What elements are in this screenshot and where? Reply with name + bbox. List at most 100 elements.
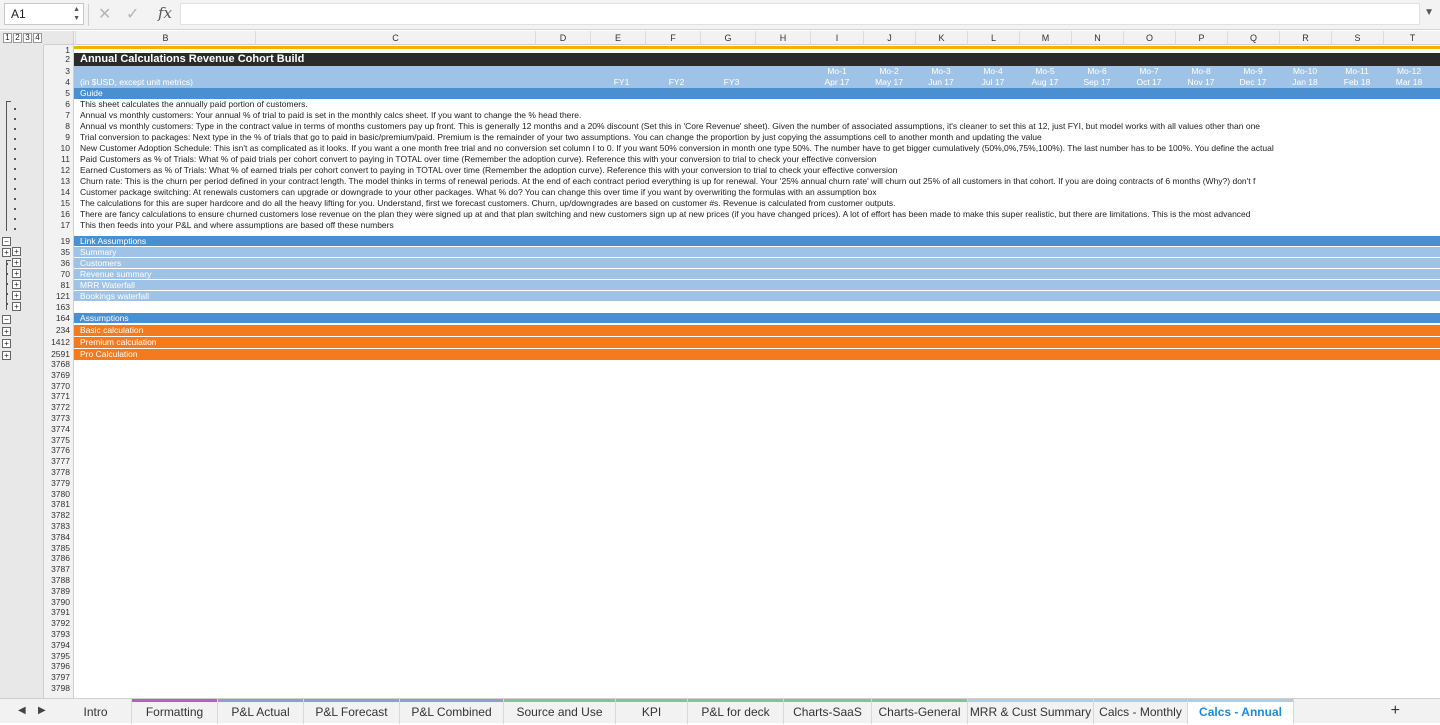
next-sheet-icon[interactable]: ▶	[38, 705, 46, 716]
sheet-tab[interactable]: Intro	[60, 699, 132, 724]
fiscal-year-label[interactable]: FY2	[654, 77, 699, 88]
prev-sheet-icon[interactable]: ◀	[18, 705, 26, 716]
guide-text[interactable]: Annual vs monthly customers: Your annual…	[80, 110, 581, 121]
expand-group-button[interactable]: +	[2, 248, 11, 257]
column-header-l[interactable]: L	[968, 31, 1020, 45]
sheet-tab[interactable]: Charts-General	[872, 699, 968, 724]
row-header[interactable]: 3784	[51, 532, 70, 542]
column-header-r[interactable]: R	[1280, 31, 1332, 45]
sheet-tab[interactable]: Formatting	[132, 699, 218, 724]
guide-text[interactable]: New Customer Adoption Schedule: This isn…	[80, 143, 1274, 154]
column-header-e[interactable]: E	[591, 31, 646, 45]
sheet-tab[interactable]: MRR & Cust Summary	[968, 699, 1094, 724]
row-header[interactable]: 13	[61, 176, 70, 186]
guide-text[interactable]: Customer package switching: At renewals …	[80, 187, 877, 198]
formula-input[interactable]	[180, 3, 1420, 25]
month-index-label[interactable]: Mo-11	[1331, 66, 1383, 77]
row-header[interactable]: 3786	[51, 553, 70, 563]
row-header[interactable]: 3781	[51, 499, 70, 509]
select-all-corner[interactable]	[44, 31, 74, 45]
row-header[interactable]: 3785	[51, 543, 70, 553]
section-label[interactable]: Summary	[80, 247, 116, 257]
section-label[interactable]: Premium calculation	[80, 337, 157, 347]
function-icon[interactable]: fx	[158, 4, 172, 22]
row-header[interactable]: 163	[56, 302, 70, 312]
row-header[interactable]: 3773	[51, 413, 70, 423]
expand-group-button[interactable]: +	[12, 291, 21, 300]
row-header[interactable]: 3	[65, 66, 70, 76]
section-row[interactable]: Bookings waterfall	[74, 291, 1440, 301]
column-header-i[interactable]: I	[811, 31, 864, 45]
month-index-label[interactable]: Mo-12	[1383, 66, 1435, 77]
section-row[interactable]	[74, 302, 1440, 312]
guide-text[interactable]: Trial conversion to packages: Next type …	[80, 132, 1042, 143]
row-header[interactable]: 164	[56, 313, 70, 323]
row-header[interactable]: 3790	[51, 597, 70, 607]
expand-group-button[interactable]: +	[12, 269, 21, 278]
sheet-tab[interactable]: P&L for deck	[688, 699, 784, 724]
row-header[interactable]: 3769	[51, 370, 70, 380]
row-header[interactable]: 9	[65, 132, 70, 142]
section-label[interactable]: Link Assumptions	[80, 236, 146, 246]
row-header[interactable]: 3796	[51, 661, 70, 671]
row-header[interactable]: 5	[65, 88, 70, 98]
column-header-q[interactable]: Q	[1228, 31, 1280, 45]
month-date-label[interactable]: Mar 18	[1383, 77, 1435, 88]
month-index-label[interactable]: Mo-8	[1175, 66, 1227, 77]
month-index-label[interactable]: Mo-6	[1071, 66, 1123, 77]
row-header[interactable]: 3789	[51, 586, 70, 596]
expand-group-button[interactable]: +	[12, 280, 21, 289]
name-box[interactable]: A1 ▲ ▼	[4, 3, 84, 25]
month-date-label[interactable]: May 17	[863, 77, 915, 88]
row-header[interactable]: 3777	[51, 456, 70, 466]
outline-level-4-button[interactable]: 4	[33, 33, 42, 43]
month-index-label[interactable]: Mo-3	[915, 66, 967, 77]
expand-group-button[interactable]: +	[12, 258, 21, 267]
expand-group-button[interactable]: +	[12, 247, 21, 256]
column-header-f[interactable]: F	[646, 31, 701, 45]
section-row[interactable]: Revenue summary	[74, 269, 1440, 279]
column-header-k[interactable]: K	[916, 31, 968, 45]
row-header[interactable]: 2591	[51, 349, 70, 359]
row-header[interactable]: 7	[65, 110, 70, 120]
column-header-n[interactable]: N	[1072, 31, 1124, 45]
row-header[interactable]: 234	[56, 325, 70, 335]
outline-level-3-button[interactable]: 3	[23, 33, 32, 43]
month-date-label[interactable]: Jan 18	[1279, 77, 1331, 88]
row-header[interactable]: 3791	[51, 607, 70, 617]
month-date-label[interactable]: Feb 18	[1331, 77, 1383, 88]
column-header-b[interactable]: B	[76, 31, 256, 45]
section-label[interactable]: Bookings waterfall	[80, 291, 149, 301]
confirm-icon[interactable]: ✓	[126, 4, 139, 24]
month-index-label[interactable]: Mo-1	[811, 66, 863, 77]
guide-text[interactable]: Paid Customers as % of Trials: What % of…	[80, 154, 877, 165]
section-row[interactable]: Summary	[74, 247, 1440, 257]
row-header[interactable]: 8	[65, 121, 70, 131]
section-row[interactable]: Link Assumptions	[74, 236, 1440, 246]
row-header[interactable]: 11	[61, 154, 70, 164]
row-header[interactable]: 3797	[51, 672, 70, 682]
section-row[interactable]: Customers	[74, 258, 1440, 268]
sheet-tab[interactable]: KPI	[616, 699, 688, 724]
section-label[interactable]: Assumptions	[80, 313, 129, 323]
row-header[interactable]: 3793	[51, 629, 70, 639]
month-index-label[interactable]: Mo-10	[1279, 66, 1331, 77]
row-header[interactable]: 3795	[51, 651, 70, 661]
sheet-tab[interactable]: Calcs - Annual	[1188, 699, 1294, 724]
month-date-label[interactable]: Oct 17	[1123, 77, 1175, 88]
month-index-label[interactable]: Mo-9	[1227, 66, 1279, 77]
section-row[interactable]: Pro Calculation	[74, 349, 1440, 360]
collapse-group-button[interactable]: −	[2, 315, 11, 324]
row-header[interactable]: 17	[61, 220, 70, 230]
row-header[interactable]: 3783	[51, 521, 70, 531]
expand-group-button[interactable]: +	[2, 351, 11, 360]
outline-level-2-button[interactable]: 2	[13, 33, 22, 43]
section-row[interactable]: Premium calculation	[74, 337, 1440, 348]
row-header[interactable]: 1412	[51, 337, 70, 347]
row-header[interactable]: 121	[56, 291, 70, 301]
row-header[interactable]: 12	[61, 165, 70, 175]
chevron-down-icon[interactable]: ▼	[1424, 7, 1434, 18]
column-header-m[interactable]: M	[1020, 31, 1072, 45]
row-header[interactable]: 3782	[51, 510, 70, 520]
column-header-p[interactable]: P	[1176, 31, 1228, 45]
